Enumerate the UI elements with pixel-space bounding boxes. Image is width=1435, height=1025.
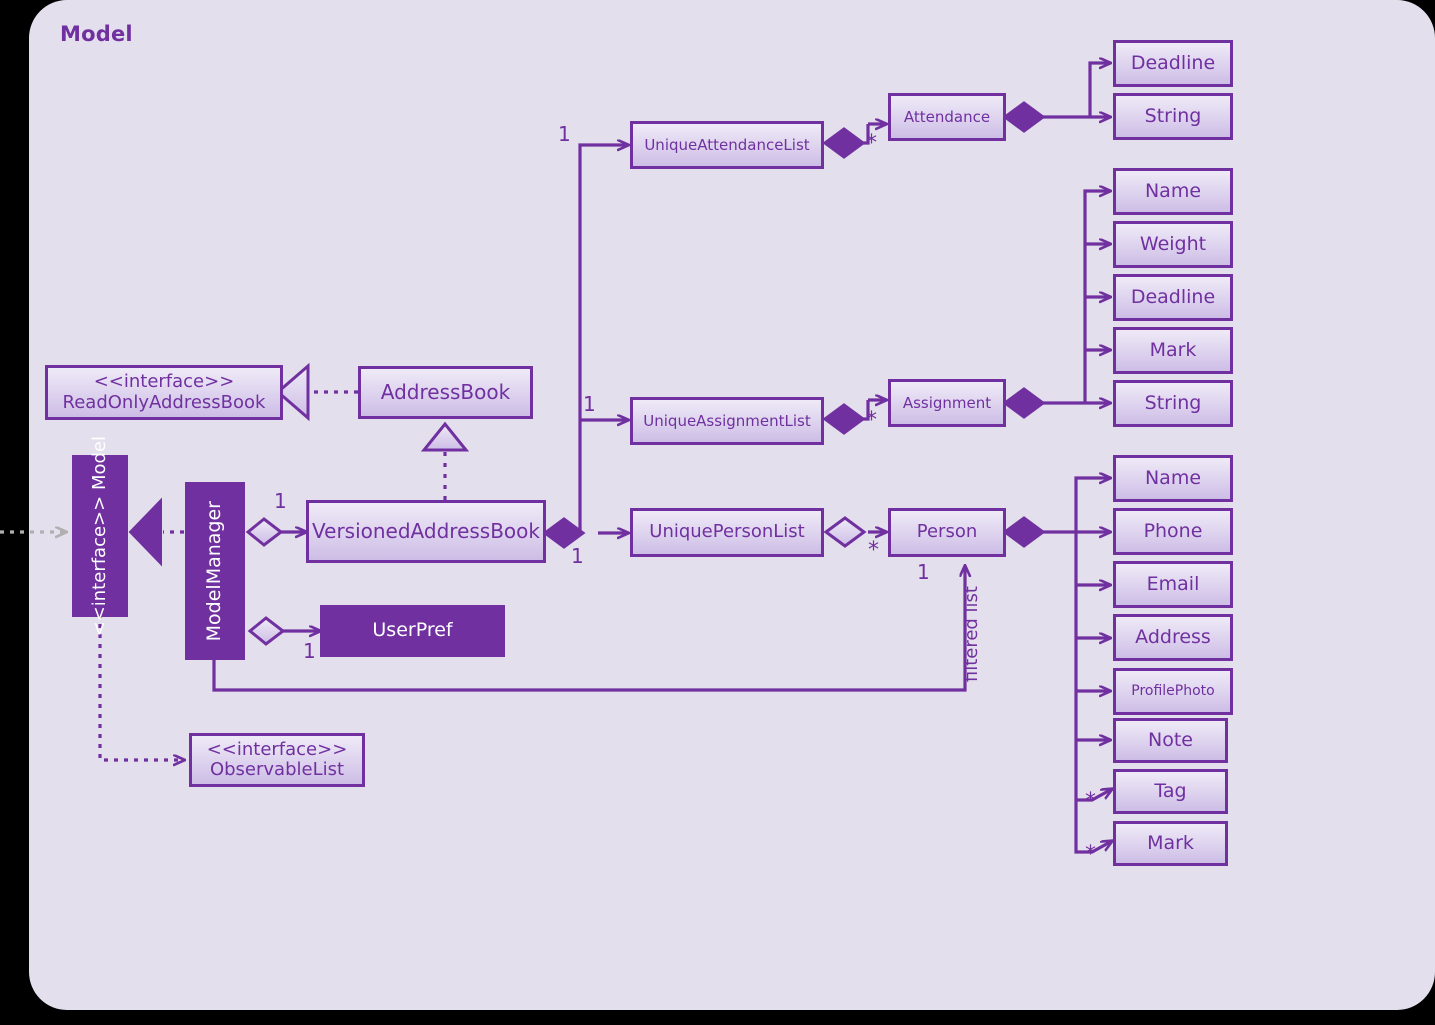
model-interface-label: <<interface>> Model: [88, 435, 110, 637]
node-assignment-attr-string[interactable]: String: [1113, 380, 1233, 427]
node-assignment[interactable]: Assignment: [888, 379, 1006, 427]
node-read-only-address-book[interactable]: <<interface>> ReadOnlyAddressBook: [45, 365, 283, 420]
multiplicity-versioned-one: 1: [274, 489, 287, 513]
class-name-label: VersionedAddressBook: [312, 519, 540, 544]
node-unique-assignment-list[interactable]: UniqueAssignmentList: [630, 397, 824, 445]
node-person-attr-email[interactable]: Email: [1113, 561, 1233, 608]
node-person-attr-note[interactable]: Note: [1113, 718, 1228, 763]
node-assignment-attr-deadline[interactable]: Deadline: [1113, 274, 1233, 321]
node-model-manager[interactable]: ModelManager: [185, 482, 245, 660]
node-attendance-attr-deadline[interactable]: Deadline: [1113, 40, 1233, 87]
class-name-label: ReadOnlyAddressBook: [62, 391, 266, 413]
multiplicity-mark-star: *: [1085, 842, 1096, 867]
node-person-attr-profilephoto[interactable]: ProfilePhoto: [1113, 668, 1233, 715]
node-person-attr-phone[interactable]: Phone: [1113, 508, 1233, 555]
class-name-label: ObservableList: [209, 759, 345, 780]
class-name-label: Mark: [1147, 831, 1194, 854]
class-name-label: Mark: [1149, 338, 1197, 361]
multiplicity-tag-star: *: [1085, 789, 1096, 814]
node-user-pref[interactable]: UserPref: [320, 605, 505, 657]
multiplicity-assignment-star: *: [866, 408, 877, 433]
node-person-attr-tag[interactable]: Tag: [1113, 769, 1228, 814]
node-person-attr-address[interactable]: Address: [1113, 614, 1233, 661]
multiplicity-assignment-list-one: 1: [583, 392, 596, 416]
class-name-label: String: [1144, 104, 1202, 127]
node-assignment-attr-weight[interactable]: Weight: [1113, 221, 1233, 268]
node-person-attr-mark[interactable]: Mark: [1113, 821, 1228, 866]
node-address-book[interactable]: AddressBook: [358, 366, 533, 419]
node-attendance-attr-string[interactable]: String: [1113, 93, 1233, 140]
class-name-label: UniqueAttendanceList: [644, 135, 810, 154]
class-name-label: UniquePersonList: [649, 521, 805, 543]
class-name-label: Tag: [1154, 779, 1187, 802]
node-versioned-address-book[interactable]: VersionedAddressBook: [306, 500, 546, 563]
label-filtered-list: filtered list: [961, 586, 982, 683]
multiplicity-person-star: *: [868, 538, 879, 563]
node-person-attr-name[interactable]: Name: [1113, 455, 1233, 502]
class-name-label: Email: [1146, 572, 1200, 595]
class-name-label: Name: [1144, 466, 1202, 489]
class-name-label: Person: [916, 521, 978, 543]
node-model-interface[interactable]: <<interface>> Model: [72, 436, 128, 636]
multiplicity-person-list-one: 1: [571, 544, 584, 568]
class-name-label: Note: [1148, 728, 1193, 751]
node-attendance[interactable]: Attendance: [888, 93, 1006, 141]
class-name-label: Deadline: [1130, 285, 1216, 308]
class-name-label: Phone: [1143, 519, 1203, 542]
class-name-label: UniqueAssignmentList: [643, 411, 811, 430]
node-person[interactable]: Person: [888, 508, 1006, 557]
node-assignment-attr-name[interactable]: Name: [1113, 168, 1233, 215]
class-name-label: Weight: [1139, 232, 1207, 255]
class-name-label: AddressBook: [380, 380, 511, 405]
class-name-label: Attendance: [903, 107, 991, 126]
multiplicity-person-filtered-one: 1: [917, 560, 930, 584]
multiplicity-attendance-list-one: 1: [558, 122, 571, 146]
node-unique-person-list[interactable]: UniquePersonList: [630, 508, 824, 557]
class-name-label: Assignment: [902, 393, 992, 412]
class-name-label: UserPref: [372, 619, 453, 642]
multiplicity-attendance-star: *: [866, 131, 877, 156]
class-name-label: Deadline: [1130, 51, 1216, 74]
node-observable-list[interactable]: <<interface>> ObservableList: [189, 733, 365, 787]
multiplicity-userpref-one: 1: [303, 639, 316, 663]
class-name-label: ProfilePhoto: [1131, 682, 1215, 699]
node-assignment-attr-mark[interactable]: Mark: [1113, 327, 1233, 374]
class-name-label: ModelManager: [203, 500, 226, 642]
stereotype-label: <<interface>>: [206, 738, 348, 760]
class-name-label: Address: [1135, 625, 1211, 648]
class-name-label: Name: [1144, 179, 1202, 202]
class-name-label: String: [1144, 391, 1202, 414]
stereotype-label: <<interface>>: [93, 371, 235, 393]
node-unique-attendance-list[interactable]: UniqueAttendanceList: [630, 121, 824, 169]
page-title: Model: [60, 22, 133, 46]
